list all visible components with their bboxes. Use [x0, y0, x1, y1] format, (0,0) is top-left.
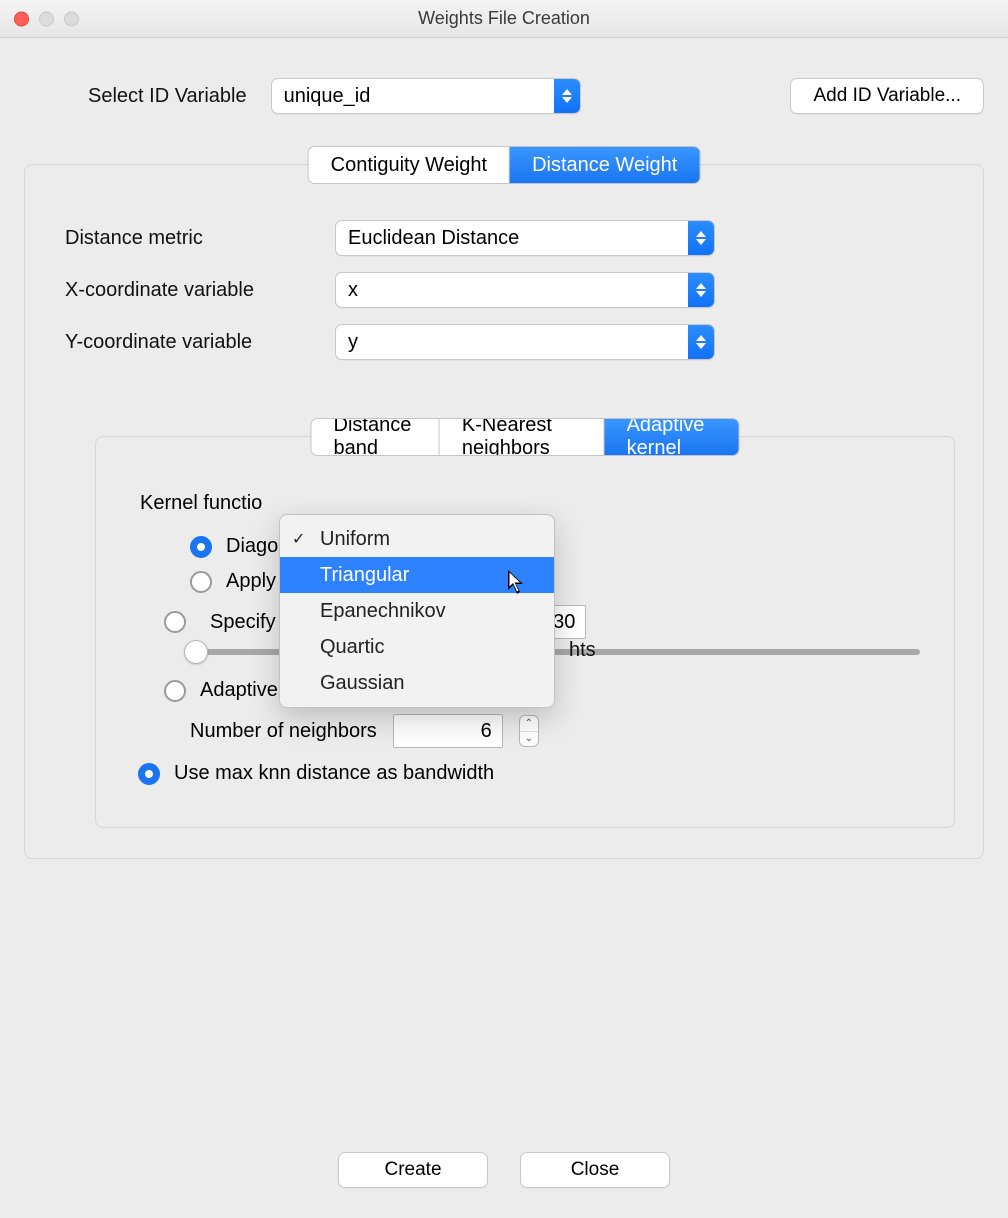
specify-bandwidth-radio[interactable] — [164, 611, 186, 633]
tab-contiguity-weight[interactable]: Contiguity Weight — [309, 147, 510, 183]
tab-distance-band[interactable]: Distance band — [312, 419, 440, 455]
select-id-label: Select ID Variable — [88, 85, 247, 108]
window-title: Weights File Creation — [0, 8, 1008, 29]
dropdown-item-quartic[interactable]: Quartic — [280, 629, 554, 665]
tab-distance-weight[interactable]: Distance Weight — [510, 147, 699, 183]
y-coord-value: y — [336, 331, 688, 354]
distance-metric-row: Distance metric Euclidean Distance — [65, 220, 943, 256]
y-coord-select[interactable]: y — [335, 324, 715, 360]
distance-metric-value: Euclidean Distance — [336, 227, 688, 250]
id-variable-row: Select ID Variable unique_id Add ID Vari… — [24, 78, 984, 114]
select-stepper-icon — [688, 325, 714, 359]
close-button[interactable]: Close — [520, 1152, 670, 1188]
x-coord-label: X-coordinate variable — [65, 279, 335, 302]
select-stepper-icon — [554, 79, 580, 113]
kernel-function-label: Kernel functio — [140, 492, 262, 515]
traffic-lights — [14, 11, 79, 26]
create-button[interactable]: Create — [338, 1152, 488, 1188]
distance-metric-select[interactable]: Euclidean Distance — [335, 220, 715, 256]
id-variable-value: unique_id — [272, 85, 554, 108]
apply-kernel-label-tail: hts — [569, 639, 596, 662]
diagonal-weights-radio[interactable] — [190, 536, 212, 558]
dropdown-item-epanechnikov[interactable]: Epanechnikov — [280, 593, 554, 629]
kernel-function-dropdown: ✓ Uniform Triangular Epanechnikov Quarti… — [279, 514, 555, 708]
content: Select ID Variable unique_id Add ID Vari… — [0, 38, 1008, 859]
apply-kernel-label-partial: Apply — [226, 570, 276, 593]
dropdown-item-gaussian[interactable]: Gaussian — [280, 665, 554, 701]
distance-metric-label: Distance metric — [65, 227, 335, 250]
diagonal-weights-label-partial: Diago — [226, 535, 278, 558]
adaptive-bandwidth-radio[interactable] — [164, 680, 186, 702]
number-of-neighbors-input[interactable]: 6 — [393, 714, 503, 748]
number-of-neighbors-label: Number of neighbors — [190, 720, 377, 743]
minimize-window-button[interactable] — [39, 11, 54, 26]
kernel-function-row: Kernel functio — [140, 492, 930, 515]
y-coord-label: Y-coordinate variable — [65, 331, 335, 354]
dropdown-item-label: Triangular — [320, 564, 409, 587]
neighbors-stepper[interactable]: ⌃ ⌄ — [519, 715, 539, 747]
tab-k-nearest-neighbors[interactable]: K-Nearest neighbors — [440, 419, 605, 455]
number-of-neighbors-row: Number of neighbors 6 ⌃ ⌄ — [190, 714, 930, 748]
use-max-knn-radio[interactable] — [138, 763, 160, 785]
dropdown-item-label: Quartic — [320, 636, 384, 659]
distance-method-tabs: Distance band K-Nearest neighbors Adapti… — [311, 418, 740, 456]
checkmark-icon: ✓ — [292, 529, 305, 549]
x-coord-select[interactable]: x — [335, 272, 715, 308]
id-variable-select[interactable]: unique_id — [271, 78, 581, 114]
metric-rows: Distance metric Euclidean Distance X-coo… — [25, 165, 983, 406]
stepper-down-icon[interactable]: ⌄ — [520, 732, 538, 747]
dropdown-item-label: Uniform — [320, 528, 390, 551]
cursor-icon — [508, 570, 528, 596]
zoom-window-button[interactable] — [64, 11, 79, 26]
titlebar: Weights File Creation — [0, 0, 1008, 38]
y-coord-row: Y-coordinate variable y — [65, 324, 943, 360]
apply-kernel-radio[interactable] — [190, 571, 212, 593]
dropdown-item-label: Epanechnikov — [320, 600, 446, 623]
x-coord-value: x — [336, 279, 688, 302]
dropdown-item-label: Gaussian — [320, 672, 405, 695]
select-stepper-icon — [688, 273, 714, 307]
use-max-knn-row: Use max knn distance as bandwidth — [138, 762, 930, 785]
weight-type-tabs: Contiguity Weight Distance Weight — [308, 146, 701, 184]
footer-buttons: Create Close — [0, 1152, 1008, 1188]
close-window-button[interactable] — [14, 11, 29, 26]
weights-panel: Contiguity Weight Distance Weight Distan… — [24, 164, 984, 859]
add-id-variable-button[interactable]: Add ID Variable... — [790, 78, 984, 114]
tab-adaptive-kernel[interactable]: Adaptive kernel — [605, 419, 739, 455]
x-coord-row: X-coordinate variable x — [65, 272, 943, 308]
bandwidth-slider-thumb[interactable] — [184, 640, 208, 664]
use-max-knn-label: Use max knn distance as bandwidth — [174, 762, 494, 785]
stepper-up-icon[interactable]: ⌃ — [520, 716, 538, 732]
dropdown-item-uniform[interactable]: ✓ Uniform — [280, 521, 554, 557]
select-stepper-icon — [688, 221, 714, 255]
